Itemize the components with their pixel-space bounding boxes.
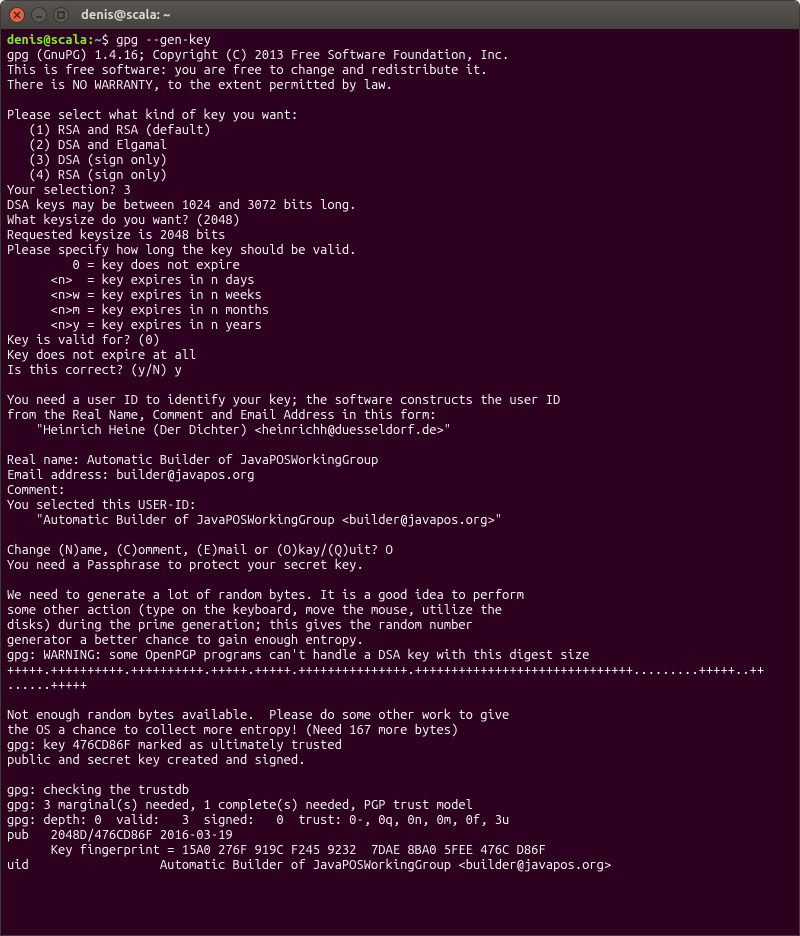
output-line: Key does not expire at all xyxy=(7,348,196,362)
output-line: Please specify how long the key should b… xyxy=(7,243,356,257)
output-line: <n>w = key expires in n weeks xyxy=(7,288,262,302)
output-line: Key fingerprint = 15A0 276F 919C F245 92… xyxy=(7,843,546,857)
output-line: pub 2048D/476CD86F 2016-03-19 xyxy=(7,828,233,842)
output-line: <n> = key expires in n days xyxy=(7,273,255,287)
output-line: You selected this USER-ID: xyxy=(7,498,196,512)
terminal-body[interactable]: denis@scala:~$ gpg --gen-key gpg (GnuPG)… xyxy=(1,29,799,935)
output-line: <n>y = key expires in n years xyxy=(7,318,262,332)
output-line: <n>m = key expires in n months xyxy=(7,303,269,317)
output-line: Is this correct? (y/N) y xyxy=(7,363,182,377)
output-line: Real name: Automatic Builder of JavaPOSW… xyxy=(7,453,378,467)
output-line: (3) DSA (sign only) xyxy=(7,153,167,167)
output-line: There is NO WARRANTY, to the extent perm… xyxy=(7,78,393,92)
output-line: disks) during the prime generation; this… xyxy=(7,618,473,632)
close-icon[interactable] xyxy=(9,7,25,23)
output-line: Email address: builder@javapos.org xyxy=(7,468,255,482)
output-line: gpg: checking the trustdb xyxy=(7,783,189,797)
output-line: We need to generate a lot of random byte… xyxy=(7,588,524,602)
prompt-line: denis@scala:~$ gpg --gen-key xyxy=(7,33,211,47)
output-line: 0 = key does not expire xyxy=(7,258,240,272)
output-line: Your selection? 3 xyxy=(7,183,131,197)
output-line: gpg (GnuPG) 1.4.16; Copyright (C) 2013 F… xyxy=(7,48,509,62)
output-line: from the Real Name, Comment and Email Ad… xyxy=(7,408,437,422)
output-line: public and secret key created and signed… xyxy=(7,753,305,767)
output-line: gpg: depth: 0 valid: 3 signed: 0 trust: … xyxy=(7,813,509,827)
prompt-path: ~ xyxy=(94,33,101,47)
output-line: some other action (type on the keyboard,… xyxy=(7,603,502,617)
output-line: gpg: key 476CD86F marked as ultimately t… xyxy=(7,738,342,752)
output-line: You need a Passphrase to protect your se… xyxy=(7,558,364,572)
output-line: You need a user ID to identify your key;… xyxy=(7,393,560,407)
output-line: "Heinrich Heine (Der Dichter) <heinrichh… xyxy=(7,423,451,437)
output-line: (2) DSA and Elgamal xyxy=(7,138,167,152)
output-line: This is free software: you are free to c… xyxy=(7,63,487,77)
output-line: Comment: xyxy=(7,483,65,497)
titlebar[interactable]: denis@scala: ~ xyxy=(1,1,799,29)
maximize-icon[interactable] xyxy=(53,7,69,23)
output-line: gpg: 3 marginal(s) needed, 1 complete(s)… xyxy=(7,798,473,812)
output-line: Please select what kind of key you want: xyxy=(7,108,298,122)
output-line: ......+++++ xyxy=(7,678,87,692)
output-line: uid Automatic Builder of JavaPOSWorkingG… xyxy=(7,858,611,872)
output-line: DSA keys may be between 1024 and 3072 bi… xyxy=(7,198,356,212)
output-line: gpg: WARNING: some OpenPGP programs can'… xyxy=(7,648,589,662)
prompt-userhost: denis@scala xyxy=(7,33,87,47)
output-line: (1) RSA and RSA (default) xyxy=(7,123,211,137)
output-line: Change (N)ame, (C)omment, (E)mail or (O)… xyxy=(7,543,393,557)
output-line: generator a better chance to gain enough… xyxy=(7,633,364,647)
window-title: denis@scala: ~ xyxy=(81,8,170,22)
output-line: Key is valid for? (0) xyxy=(7,333,160,347)
output-line: (4) RSA (sign only) xyxy=(7,168,167,182)
output-line: Not enough random bytes available. Pleas… xyxy=(7,708,509,722)
output-line: What keysize do you want? (2048) xyxy=(7,213,240,227)
output-line: the OS a chance to collect more entropy!… xyxy=(7,723,458,737)
command-text: gpg --gen-key xyxy=(116,33,211,47)
output-line: +++++.++++++++++.++++++++++.+++++.+++++.… xyxy=(7,663,764,677)
output-line: Requested keysize is 2048 bits xyxy=(7,228,225,242)
output-line: "Automatic Builder of JavaPOSWorkingGrou… xyxy=(7,513,502,527)
minimize-icon[interactable] xyxy=(31,7,47,23)
terminal-window: denis@scala: ~ denis@scala:~$ gpg --gen-… xyxy=(0,0,800,936)
